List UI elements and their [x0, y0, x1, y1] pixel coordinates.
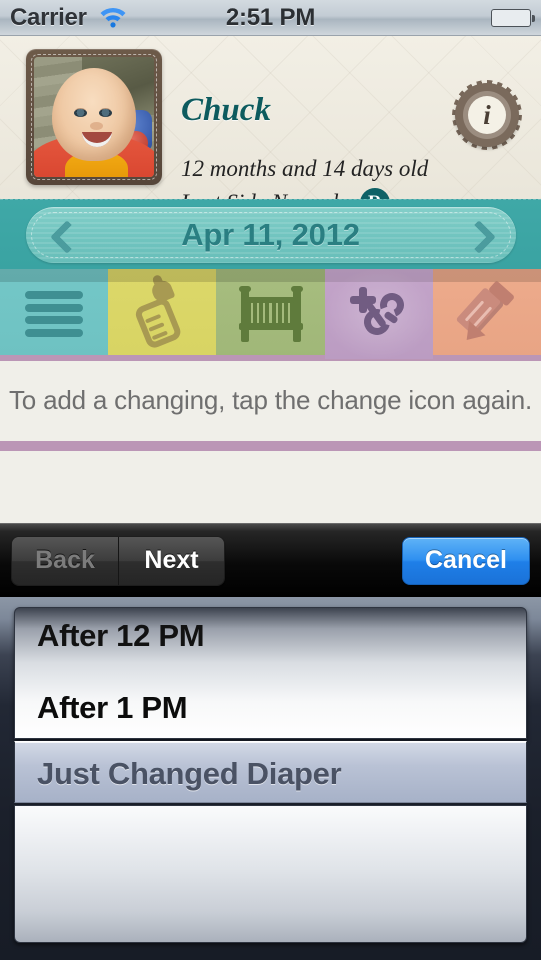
- page-title: Chuck: [181, 92, 271, 128]
- empty-list-pane: [0, 451, 541, 524]
- picker-row[interactable]: After 12 PM: [37, 618, 205, 654]
- current-date-label: Apr 11, 2012: [181, 216, 360, 252]
- back-button[interactable]: Back: [12, 536, 118, 585]
- next-button[interactable]: Next: [118, 536, 224, 585]
- tab-feeding[interactable]: [108, 269, 217, 359]
- chevron-right-icon[interactable]: [464, 222, 490, 248]
- info-icon: i: [468, 96, 506, 134]
- content-area: To add a changing, tap the change icon a…: [0, 361, 541, 524]
- back-next-segmented-control[interactable]: Back Next: [11, 535, 225, 586]
- picker-selection-band[interactable]: Just Changed Diaper: [14, 741, 527, 803]
- status-right: [491, 8, 535, 27]
- date-navigation-bar: Apr 11, 2012: [0, 199, 541, 269]
- picker-rows-below[interactable]: [14, 805, 527, 943]
- baby-header: Chuck 12 months and 14 days old Last Sid…: [0, 36, 541, 218]
- baby-age-label: 12 months and 14 days old: [181, 156, 429, 181]
- tab-notes[interactable]: [432, 269, 541, 359]
- baby-bottle-icon: [124, 274, 201, 353]
- section-divider: [0, 441, 541, 451]
- avatar[interactable]: [26, 49, 162, 185]
- tab-sleep[interactable]: [216, 269, 325, 359]
- picker-rows-above[interactable]: After 12 PM After 1 PM: [14, 607, 527, 739]
- cancel-button[interactable]: Cancel: [402, 536, 530, 585]
- picker-row[interactable]: After 1 PM: [37, 690, 188, 726]
- picker-selected-row[interactable]: Just Changed Diaper: [37, 756, 342, 792]
- tab-summary[interactable]: [0, 269, 109, 359]
- safety-pin-plus-icon: [348, 283, 410, 345]
- app-screen: Carrier 2:51 PM Chuck 12 months and 14 d…: [0, 0, 541, 960]
- wifi-icon: [98, 7, 128, 29]
- crib-icon: [238, 286, 304, 342]
- baby-photo: [34, 57, 154, 177]
- picker-wheel[interactable]: After 12 PM After 1 PM Just Changed Diap…: [0, 597, 541, 960]
- pencil-icon: [455, 280, 517, 348]
- status-bar: Carrier 2:51 PM: [0, 0, 541, 36]
- chevron-left-icon[interactable]: [52, 222, 78, 248]
- instruction-label: To add a changing, tap the change icon a…: [9, 385, 532, 415]
- input-accessory-toolbar: Back Next Cancel: [0, 523, 541, 597]
- list-icon: [25, 291, 84, 337]
- tab-bar: [0, 269, 541, 359]
- date-picker-pill[interactable]: Apr 11, 2012: [26, 206, 516, 263]
- battery-icon: [491, 8, 535, 27]
- tab-change[interactable]: [324, 269, 433, 359]
- carrier-label: Carrier: [10, 3, 87, 31]
- info-button[interactable]: i: [452, 80, 522, 150]
